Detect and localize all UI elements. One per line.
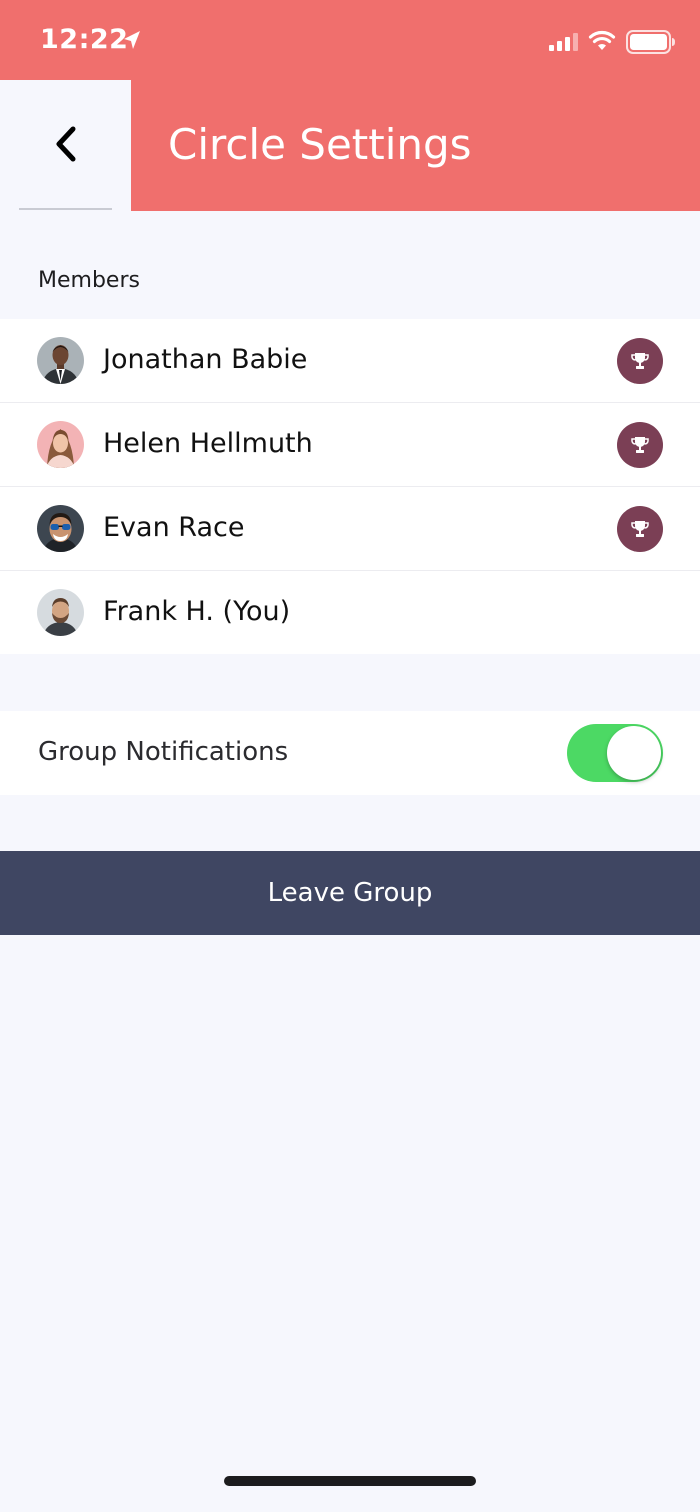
wifi-icon [588, 30, 616, 50]
member-name: Jonathan Babie [103, 344, 308, 375]
avatar-man-beard [37, 589, 84, 636]
trophy-badge [617, 422, 663, 468]
group-notifications-row: Group Notifications [0, 711, 700, 795]
members-section-label: Members [38, 268, 140, 293]
trophy-badge [617, 506, 663, 552]
member-row[interactable]: Frank H. (You) [0, 571, 700, 654]
page-title: Circle Settings [168, 120, 472, 169]
member-name: Helen Hellmuth [103, 428, 313, 459]
leave-group-button[interactable]: Leave Group [0, 851, 700, 935]
member-row[interactable]: Helen Hellmuth [0, 403, 700, 487]
home-indicator[interactable] [224, 1476, 476, 1486]
member-name: Frank H. (You) [103, 596, 291, 627]
trophy-badge [617, 338, 663, 384]
avatar-woman [37, 421, 84, 468]
chevron-left-icon [56, 126, 76, 162]
cellular-signal-icon [549, 33, 578, 51]
members-list: Jonathan Babie Helen Hellmuth Evan Race … [0, 319, 700, 654]
trophy-icon [631, 437, 649, 453]
battery-icon [626, 30, 675, 54]
member-row[interactable]: Jonathan Babie [0, 319, 700, 403]
back-area [0, 80, 131, 211]
trophy-icon [631, 521, 649, 537]
avatar-man-sunglasses [37, 505, 84, 552]
header-bar: Circle Settings [131, 80, 700, 211]
location-arrow-icon [124, 31, 140, 49]
toggle-knob [607, 726, 661, 780]
member-name: Evan Race [103, 512, 245, 543]
trophy-icon [631, 353, 649, 369]
back-button[interactable] [38, 116, 94, 172]
avatar-man-suit [37, 337, 84, 384]
status-time: 12:22 [40, 24, 129, 55]
status-bar: 12:22 [0, 0, 700, 80]
group-notifications-toggle[interactable] [567, 724, 663, 782]
back-underline [19, 208, 112, 210]
member-row[interactable]: Evan Race [0, 487, 700, 571]
group-notifications-label: Group Notifications [38, 737, 289, 767]
